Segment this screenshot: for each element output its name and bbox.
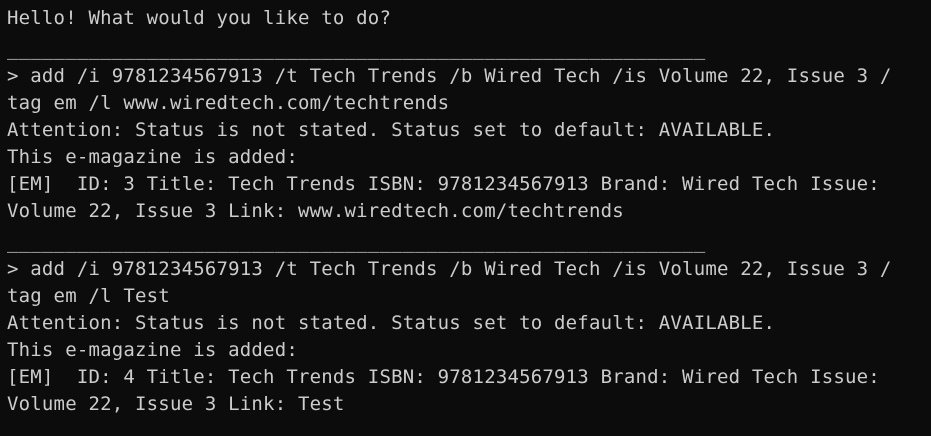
added-message: This e-magazine is added: — [7, 146, 298, 168]
command-line: > add /i 9781234567913 /t Tech Trends /b… — [7, 258, 892, 280]
command-line-continued: tag em /l www.wiredtech.com/techtrends — [7, 92, 450, 114]
result-line: [EM] ID: 3 Title: Tech Trends ISBN: 9781… — [7, 173, 880, 195]
result-line-continued: Volume 22, Issue 3 Link: www.wiredtech.c… — [7, 200, 624, 222]
terminal-window[interactable]: Hello! What would you like to do? ______… — [0, 0, 931, 436]
result-line-continued: Volume 22, Issue 3 Link: Test — [7, 393, 345, 415]
added-message: This e-magazine is added: — [7, 339, 298, 361]
separator-line: ________________________________________… — [7, 424, 706, 436]
command-line-continued: tag em /l Test — [7, 285, 170, 307]
separator-line: ________________________________________… — [7, 38, 706, 60]
command-line: > add /i 9781234567913 /t Tech Trends /b… — [7, 65, 892, 87]
result-line: [EM] ID: 4 Title: Tech Trends ISBN: 9781… — [7, 366, 880, 388]
separator-line: ________________________________________… — [7, 231, 706, 253]
attention-message: Attention: Status is not stated. Status … — [7, 312, 776, 334]
attention-message: Attention: Status is not stated. Status … — [7, 119, 776, 141]
greeting-text: Hello! What would you like to do? — [7, 7, 392, 29]
